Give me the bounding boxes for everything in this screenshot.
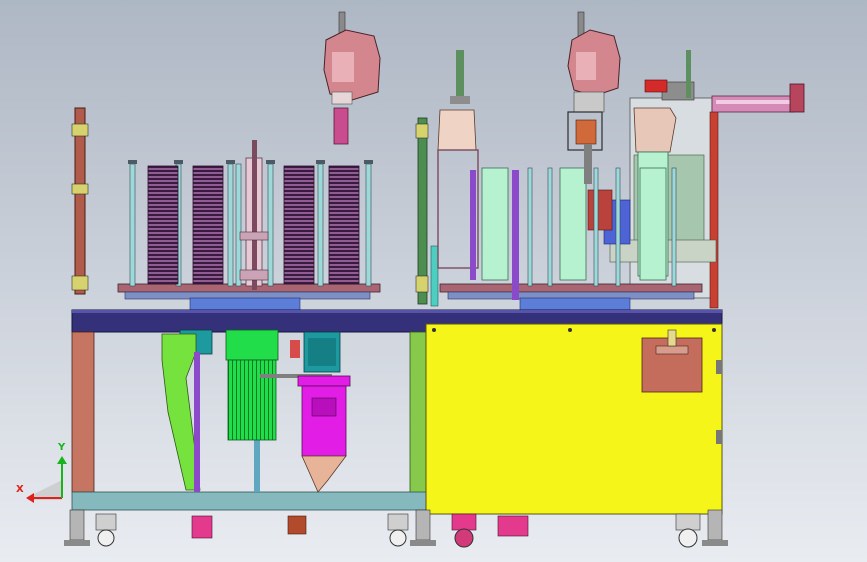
- caster-wheel: [389, 529, 407, 547]
- reducer-bolt: [290, 340, 300, 358]
- cabinet-lock[interactable]: [667, 329, 677, 347]
- foot-base: [64, 540, 90, 546]
- purple-guide: [512, 170, 519, 300]
- yellow-cabinet: [425, 323, 723, 515]
- coil-stack: [147, 165, 179, 285]
- tower-rod: [456, 50, 464, 98]
- left-pillar-clamp: [71, 183, 89, 195]
- cabinet-screw: [712, 328, 716, 332]
- top-beam-highlight: [72, 310, 722, 313]
- teal-post: [254, 432, 260, 492]
- triad-x-label: X: [16, 484, 24, 495]
- cabinet-hinge: [716, 360, 722, 374]
- foot: [415, 509, 431, 541]
- right-cylinder: [633, 107, 677, 153]
- robot-arm-highlight: [576, 52, 596, 80]
- cantilever-red-block: [644, 79, 668, 93]
- cad-viewport[interactable]: X Y: [0, 0, 867, 562]
- purple-post: [194, 352, 200, 492]
- caster: [387, 513, 409, 531]
- bobbin-column: [559, 167, 587, 281]
- cabinet-handle[interactable]: [655, 345, 689, 355]
- tank-window: [311, 397, 337, 417]
- mid-pillar-clamp: [415, 123, 429, 139]
- left-pillar-clamp: [71, 123, 89, 137]
- robot-gripper: [333, 107, 349, 145]
- pink-caster-mount: [451, 513, 477, 531]
- coil-stack: [192, 165, 224, 285]
- caster: [675, 513, 701, 531]
- robot-arm-highlight: [332, 52, 354, 82]
- tower-cap: [450, 96, 470, 104]
- right-leg: [409, 331, 427, 495]
- tank-lid: [297, 375, 351, 387]
- robot-tool-flange: [573, 91, 605, 113]
- robot-gripper-shaft: [584, 144, 592, 184]
- mid-pillar-clamp: [415, 275, 429, 293]
- right-turntable-hub: [519, 297, 631, 311]
- upright-green-rod: [686, 50, 691, 98]
- foot-base: [702, 540, 728, 546]
- cabinet-hinge: [716, 430, 722, 444]
- cabinet-screw: [432, 328, 436, 332]
- coil-stack: [328, 165, 360, 285]
- left-leg: [71, 331, 95, 493]
- left-turntable-hub: [189, 297, 301, 311]
- robot-gripper: [575, 119, 597, 145]
- foot-base: [410, 540, 436, 546]
- cantilever-rail: [716, 100, 790, 104]
- tower-cylinder: [437, 109, 477, 151]
- caster-wheel: [678, 528, 698, 548]
- robot-tool-flange: [331, 91, 353, 105]
- bobbin-column: [639, 167, 667, 281]
- tank-body: [301, 385, 347, 457]
- caster: [95, 513, 117, 531]
- hub-block-red: [587, 189, 613, 231]
- left-pillar-clamp: [71, 275, 89, 291]
- pink-jack: [191, 515, 213, 539]
- foot: [707, 509, 723, 541]
- motor-body: [227, 359, 277, 441]
- right-turntable: [439, 283, 703, 293]
- caster-wheel: [97, 529, 115, 547]
- back-frame-red-rail: [709, 111, 719, 309]
- bottom-rail: [71, 491, 427, 511]
- cantilever-end: [789, 83, 805, 113]
- center-spindle-core: [252, 140, 257, 290]
- pink-jack: [497, 515, 529, 537]
- reducer-fins: [308, 338, 336, 366]
- motor-mount: [225, 329, 279, 361]
- spindle-collar: [239, 231, 269, 241]
- tower-arm-purple: [470, 170, 476, 280]
- mid-pillar-teal: [430, 245, 439, 307]
- caster-wheel: [454, 528, 474, 548]
- cabinet-screw: [568, 328, 572, 332]
- bobbin-column: [481, 167, 509, 281]
- spindle-collar: [239, 269, 269, 281]
- brown-block: [287, 515, 307, 535]
- cad-model-view[interactable]: [0, 0, 867, 562]
- triad-y-label: Y: [58, 442, 66, 453]
- foot: [69, 509, 85, 541]
- coil-stack: [283, 165, 315, 285]
